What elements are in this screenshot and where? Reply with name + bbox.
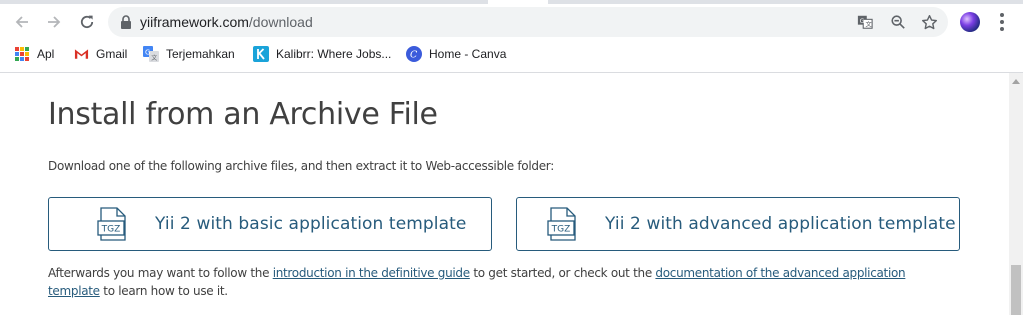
bookmark-label: Home - Canva (429, 47, 507, 61)
arrow-right-icon (48, 16, 61, 28)
svg-text:C: C (410, 50, 418, 61)
download-advanced-template-button[interactable]: TGZ Yii 2 with advanced application temp… (516, 197, 960, 251)
profile-avatar[interactable] (960, 12, 980, 32)
afterwards-text: Afterwards you may want to follow the in… (48, 264, 948, 300)
canva-icon: C (406, 46, 422, 62)
page-viewport: Install from an Archive File Download on… (0, 73, 1009, 315)
arrow-left-icon (15, 16, 28, 28)
reload-icon (80, 15, 94, 29)
dot-icon (1000, 27, 1004, 31)
translate-icon: G文 (857, 15, 873, 29)
bookmark-kalibrr[interactable]: Kalibrr: Where Jobs... (253, 45, 391, 63)
svg-text:文: 文 (151, 54, 157, 62)
bookmark-label: Apl (37, 47, 55, 61)
scroll-up-arrow-icon[interactable] (1012, 79, 1020, 84)
afterwards-text-part: to learn how to use it. (99, 284, 228, 298)
afterwards-text-part: Afterwards you may want to follow the (48, 266, 273, 280)
bookmark-star-button[interactable] (920, 13, 938, 31)
browser-toolbar: yiiframework.com/download G文 (0, 4, 1023, 40)
scroll-thumb[interactable] (1011, 265, 1021, 315)
tgz-icon-text: TGZ (551, 225, 571, 235)
apps-grid-icon (14, 46, 30, 62)
bookmark-label: Kalibrr: Where Jobs... (276, 47, 392, 61)
bookmark-apps[interactable]: Apl (14, 45, 54, 63)
url-text[interactable]: yiiframework.com/download (140, 14, 313, 30)
url-domain: yiiframework.com (140, 14, 249, 30)
lock-icon (121, 15, 131, 29)
download-label: Yii 2 with advanced application template (605, 214, 956, 234)
tgz-file-icon: TGZ (547, 207, 576, 241)
kalibrr-icon (253, 46, 269, 62)
url-path: /download (248, 14, 313, 30)
zoom-out-icon (891, 15, 905, 29)
zoom-button[interactable] (889, 13, 907, 31)
svg-text:文: 文 (865, 20, 872, 28)
bookmark-label: Terjemahkan (166, 47, 235, 61)
bookmark-canva[interactable]: C Home - Canva (406, 45, 506, 63)
google-translate-icon: G文 (143, 46, 159, 62)
bookmarks-bar: Apl Gmail G文 Terjemahkan Kalibrr: Where … (0, 40, 1023, 68)
dot-icon (1000, 13, 1004, 17)
svg-text:G: G (145, 49, 150, 57)
reload-button[interactable] (75, 10, 99, 34)
svg-text:G: G (860, 18, 865, 25)
bookmark-translate[interactable]: G文 Terjemahkan (143, 45, 235, 63)
browser-menu-button[interactable] (992, 12, 1012, 32)
bookmark-gmail[interactable]: Gmail (73, 45, 127, 63)
definitive-guide-link[interactable]: introduction in the definitive guide (273, 266, 470, 280)
vertical-scrollbar[interactable] (1009, 73, 1023, 315)
dot-icon (1000, 20, 1004, 24)
bookmark-label: Gmail (96, 47, 128, 61)
download-basic-template-button[interactable]: TGZ Yii 2 with basic application templat… (48, 197, 492, 251)
intro-text: Download one of the following archive fi… (48, 159, 554, 173)
address-bar[interactable]: yiiframework.com/download G文 (108, 7, 948, 37)
back-button[interactable] (10, 10, 34, 34)
page-title: Install from an Archive File (48, 97, 438, 132)
gmail-icon (73, 46, 89, 62)
afterwards-text-part: to get started, or check out the (469, 266, 656, 280)
browser-chrome: yiiframework.com/download G文 Apl Gmail G… (0, 0, 1023, 73)
download-label: Yii 2 with basic application template (155, 214, 467, 234)
tgz-file-icon: TGZ (97, 207, 126, 241)
translate-page-button[interactable]: G文 (856, 13, 874, 31)
forward-button[interactable] (42, 10, 66, 34)
tgz-icon-text: TGZ (101, 225, 121, 235)
star-icon (921, 14, 937, 29)
